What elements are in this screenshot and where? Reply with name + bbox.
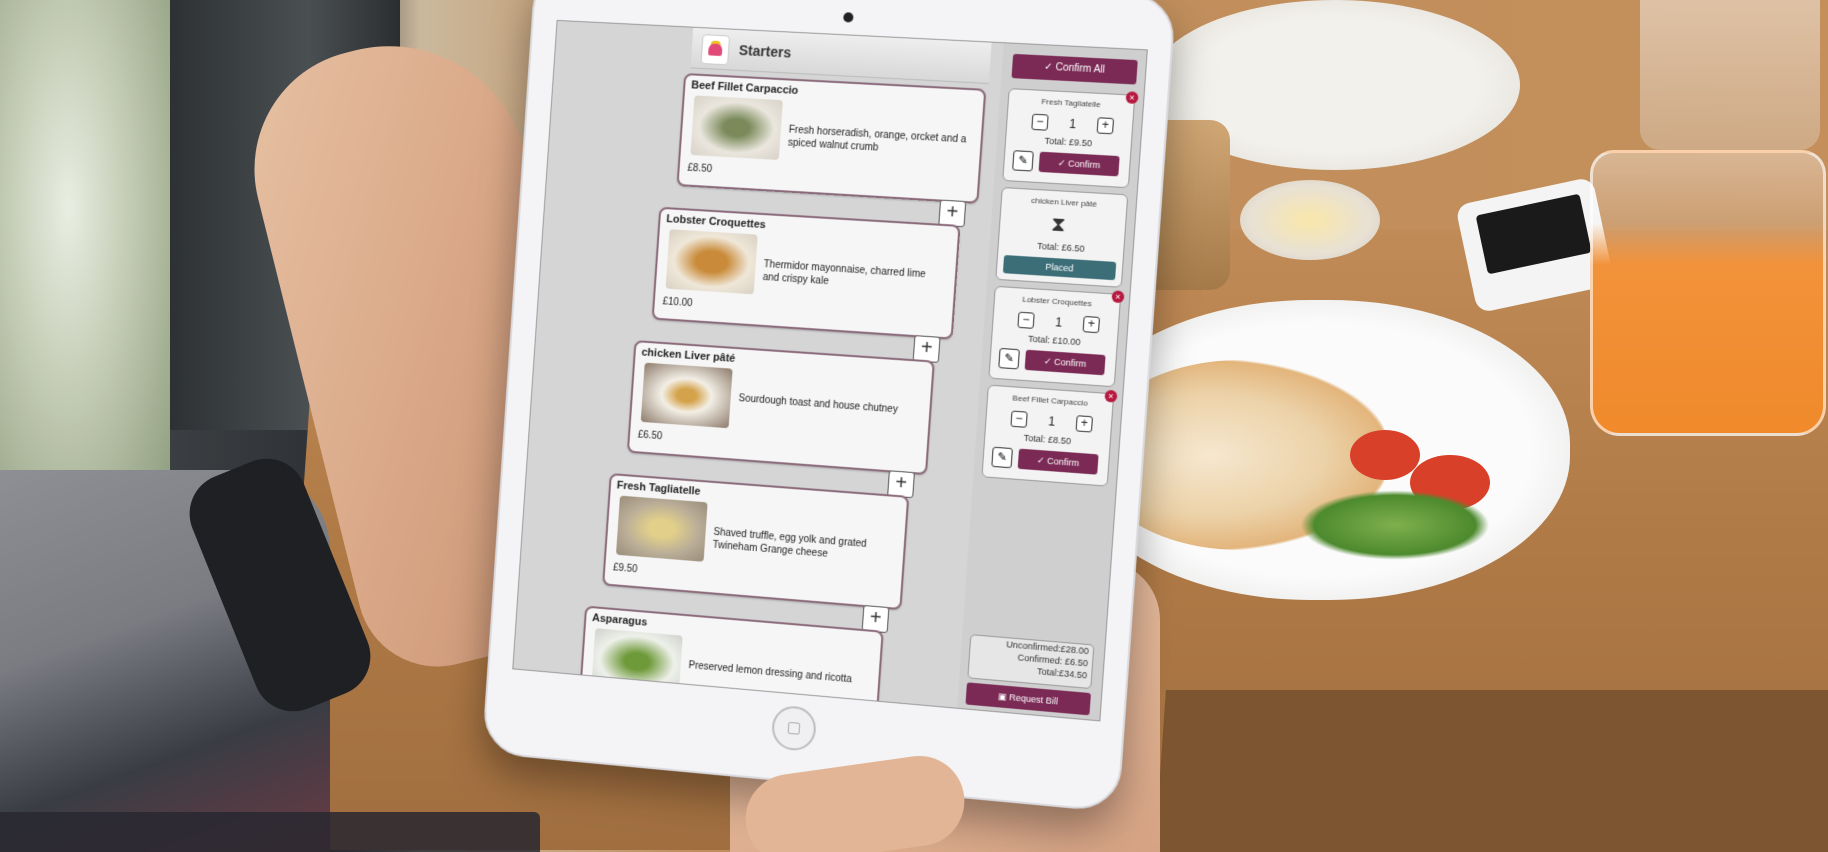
close-icon[interactable]: × xyxy=(1104,389,1118,403)
placed-status-badge: Placed xyxy=(1002,254,1117,281)
edit-icon[interactable]: ✎ xyxy=(991,446,1013,469)
dish-price: £9.50 xyxy=(612,562,638,576)
dish-name: Asparagus xyxy=(591,612,648,629)
order-item-name: Beef Fillet Carpaccio xyxy=(1012,393,1089,408)
quantity-stepper: − 1 + xyxy=(1017,311,1101,335)
order-card: Lobster Croquettes × − 1 + Total: £10.00… xyxy=(988,285,1125,388)
orange-juice-glass xyxy=(1590,150,1826,436)
menu-item[interactable]: Lobster Croquettes Thermidor mayonnaise,… xyxy=(651,206,961,363)
dish-name: chicken Liver pâté xyxy=(641,346,736,365)
dish-description: Fresh horseradish, orange, orcket and a … xyxy=(787,124,967,154)
menu-item[interactable]: chicken Liver pâté Sourdough toast and h… xyxy=(626,340,935,499)
quantity-stepper: − 1 + xyxy=(1010,410,1094,434)
bill-summary: Unconfirmed:£28.00 Confirmed: £6.50 Tota… xyxy=(967,634,1095,690)
tablet-screen: Starters Beef Fillet Carpaccio Fresh hor… xyxy=(512,19,1148,722)
menu-item[interactable]: Asparagus Preserved lemon dressing and r… xyxy=(577,605,884,722)
plus-icon[interactable]: + xyxy=(1082,315,1101,334)
quantity-stepper: − 1 + xyxy=(1031,113,1115,136)
order-card: Fresh Tagliatelle × − 1 + Total: £9.50 ✎… xyxy=(1002,88,1139,189)
edit-icon[interactable]: ✎ xyxy=(998,347,1020,370)
dish-description: Thermidor mayonnaise, charred lime and c… xyxy=(762,259,926,287)
caption-bar xyxy=(0,812,540,852)
quantity-value: 1 xyxy=(1054,315,1063,330)
order-item-name: Fresh Tagliatelle xyxy=(1041,96,1102,110)
dish-price: £6.50 xyxy=(637,429,663,443)
order-total: Total: £6.50 xyxy=(1036,240,1085,254)
order-item-name: Lobster Croquettes xyxy=(1022,294,1093,309)
dish-name: Lobster Croquettes xyxy=(665,213,767,232)
confirm-all-button[interactable]: ✓ Confirm All xyxy=(1011,53,1138,85)
dish-description: Shaved truffle, egg yolk and grated Twin… xyxy=(712,526,867,560)
minus-icon[interactable]: − xyxy=(1010,410,1028,428)
confirm-button[interactable]: ✓ Confirm xyxy=(1038,151,1120,177)
order-card: chicken Liver pâté ⧗ Total: £6.50 Placed xyxy=(995,186,1129,288)
camera-dot xyxy=(843,12,854,23)
hourglass-icon: ⧗ xyxy=(1050,213,1067,237)
dish-photo xyxy=(690,95,783,160)
dish-photo xyxy=(665,229,758,295)
dish-description: Sourdough toast and house chutney xyxy=(738,393,899,416)
dish-name: Fresh Tagliatelle xyxy=(616,479,701,498)
window-light xyxy=(0,0,170,520)
dish-price: £10.00 xyxy=(662,296,693,310)
edit-icon[interactable]: ✎ xyxy=(1012,150,1034,172)
confirm-button[interactable]: ✓ Confirm xyxy=(1017,448,1099,475)
dish-price: £8.50 xyxy=(588,694,614,708)
order-item-name: chicken Liver pâté xyxy=(1030,195,1098,209)
order-card: Beef Fillet Carpaccio × − 1 + Total: £8.… xyxy=(981,384,1118,487)
category-title: Starters xyxy=(738,41,792,61)
menu-item[interactable]: Fresh Tagliatelle Shaved truffle, egg yo… xyxy=(602,473,910,634)
close-icon[interactable]: × xyxy=(1111,290,1125,304)
confirm-button[interactable]: ✓ Confirm xyxy=(1024,349,1106,376)
menu-item[interactable]: Beef Fillet Carpaccio Fresh horseradish,… xyxy=(676,73,987,228)
salad-greens xyxy=(1300,490,1490,560)
table-edge xyxy=(1154,690,1828,852)
dish-name: Beef Fillet Carpaccio xyxy=(690,79,799,98)
sauce-dish xyxy=(1240,180,1380,260)
plus-icon[interactable]: + xyxy=(1075,415,1094,433)
tomato xyxy=(1350,430,1420,480)
quantity-value: 1 xyxy=(1047,414,1056,429)
restaurant-scene: Starters Beef Fillet Carpaccio Fresh hor… xyxy=(0,0,1828,852)
quantity-value: 1 xyxy=(1068,116,1077,132)
minus-icon[interactable]: − xyxy=(1017,311,1035,329)
dish-photo xyxy=(615,495,708,562)
minus-icon[interactable]: − xyxy=(1031,113,1049,131)
menu-column: Starters Beef Fillet Carpaccio Fresh hor… xyxy=(513,20,1004,722)
water-glass xyxy=(1640,0,1820,150)
dish-photo xyxy=(640,362,733,429)
dish-price: £8.50 xyxy=(687,162,713,176)
order-total: Total: £9.50 xyxy=(1044,135,1093,149)
home-button[interactable] xyxy=(770,704,818,753)
cupcake-icon xyxy=(700,34,731,66)
tablet-device: Starters Beef Fillet Carpaccio Fresh hor… xyxy=(481,0,1177,813)
plus-icon[interactable]: + xyxy=(1096,117,1115,135)
dish-photo xyxy=(591,628,683,695)
close-icon[interactable]: × xyxy=(1125,91,1139,105)
dish-description: Preserved lemon dressing and ricotta xyxy=(688,660,853,686)
